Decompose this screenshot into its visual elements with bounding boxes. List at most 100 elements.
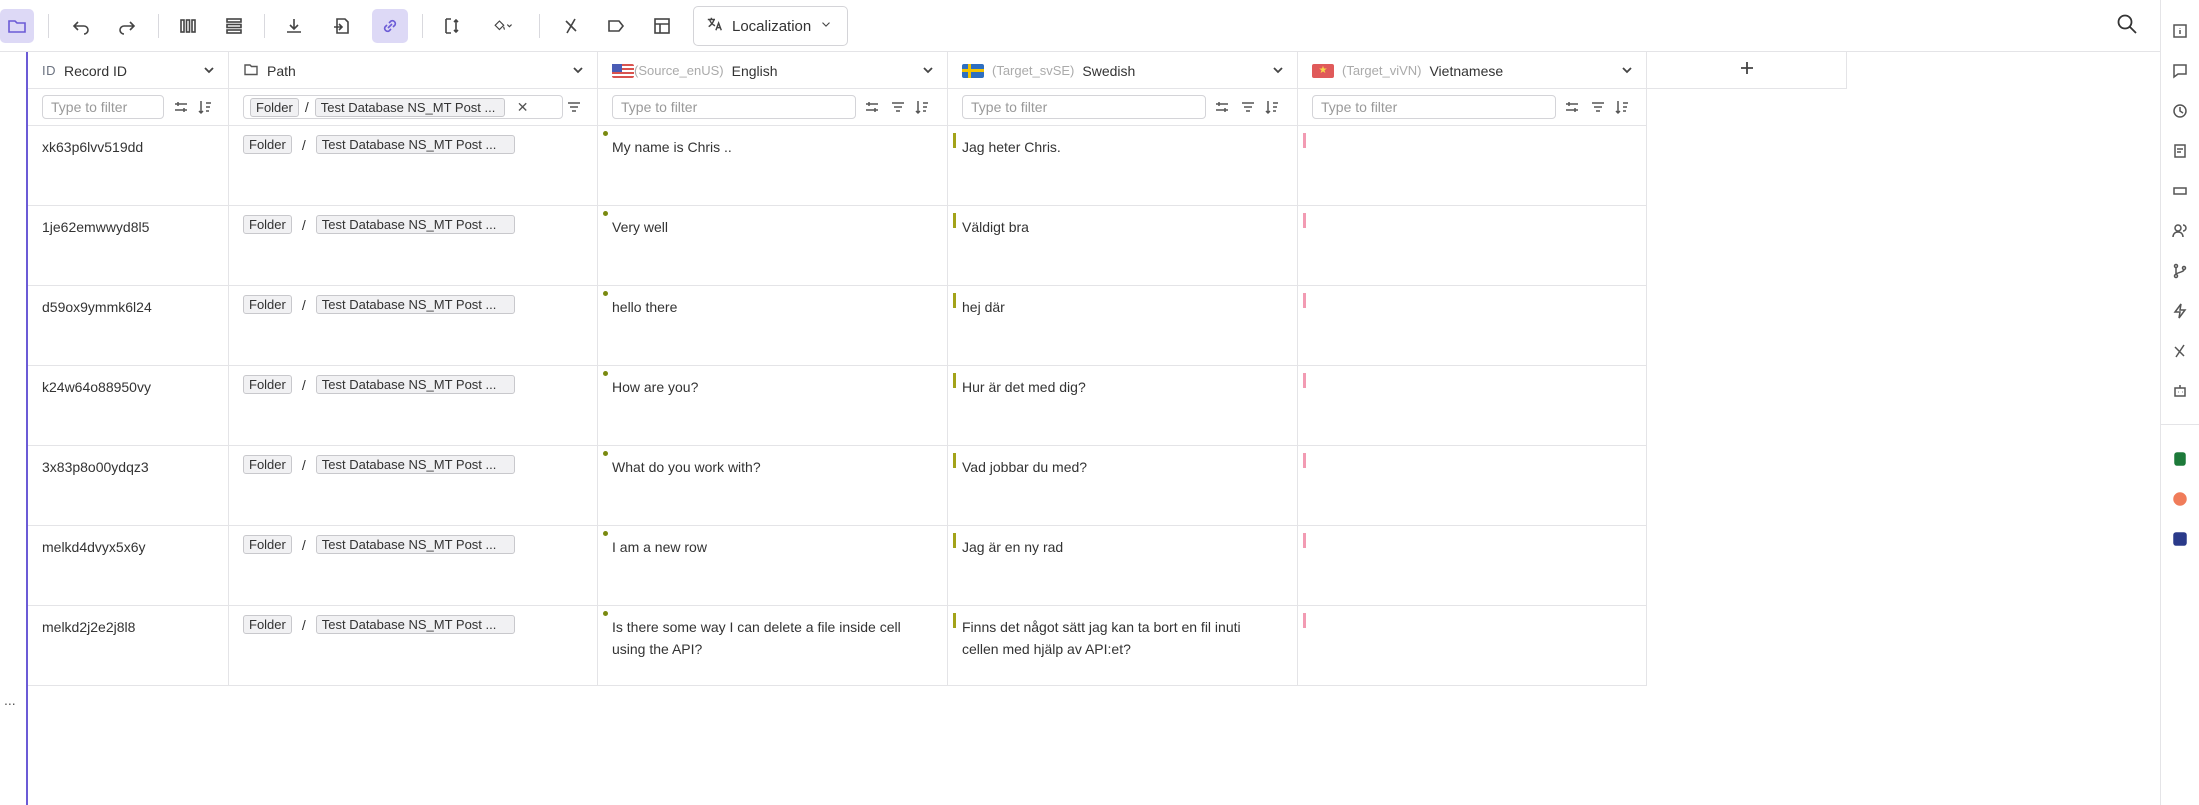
document-icon[interactable] xyxy=(2171,142,2191,162)
plugin-blue-icon[interactable] xyxy=(2171,530,2191,550)
clear-icon[interactable]: ✕ xyxy=(517,99,529,116)
path-cell[interactable]: Folder / Test Database NS_MT Post ... xyxy=(229,366,598,446)
swedish-cell[interactable]: Finns det något sätt jag kan ta bort en … xyxy=(948,606,1298,686)
filter-input[interactable]: Type to filter xyxy=(1312,95,1556,119)
record-id-cell[interactable]: d59ox9ymmk6l24 xyxy=(28,286,229,366)
undo-icon[interactable] xyxy=(63,9,99,43)
sliders-icon[interactable] xyxy=(1214,99,1230,115)
table-row[interactable]: d59ox9ymmk6l24 Folder / Test Database NS_M… xyxy=(28,286,1647,366)
info-icon[interactable] xyxy=(2171,22,2191,42)
table-row[interactable]: xk63p6lvv519dd Folder / Test Database NS_M… xyxy=(28,126,1647,206)
record-id-cell[interactable]: 1je62emwwyd8l5 xyxy=(28,206,229,286)
path-cell[interactable]: Folder / Test Database NS_MT Post ... xyxy=(229,526,598,606)
vietnamese-cell[interactable] xyxy=(1298,206,1647,286)
path-cell[interactable]: Folder / Test Database NS_MT Post ... xyxy=(229,446,598,526)
path-cell[interactable]: Folder / Test Database NS_MT Post ... xyxy=(229,286,598,366)
sort-icon[interactable] xyxy=(197,99,213,115)
paint-bucket-icon[interactable] xyxy=(480,9,526,43)
chevron-down-icon[interactable] xyxy=(921,63,935,77)
split-icon[interactable] xyxy=(434,9,470,43)
english-cell[interactable]: What do you work with? xyxy=(598,446,948,526)
english-cell[interactable]: hello there xyxy=(598,286,948,366)
sort-icon[interactable] xyxy=(1614,99,1630,115)
path-cell[interactable]: Folder / Test Database NS_MT Post ... xyxy=(229,606,598,686)
swedish-cell[interactable]: hej där xyxy=(948,286,1298,366)
chevron-down-icon[interactable] xyxy=(1620,63,1634,77)
column-header-vietnamese[interactable]: ★ (Target_viVN) Vietnamese xyxy=(1298,52,1647,89)
add-column-button[interactable] xyxy=(1647,52,1847,89)
gutter-dots[interactable]: ... xyxy=(4,692,16,708)
vietnamese-cell[interactable] xyxy=(1298,366,1647,446)
record-id-cell[interactable]: 3x83p8o00ydqz3 xyxy=(28,446,229,526)
link-icon[interactable] xyxy=(372,9,408,43)
sort-icon[interactable] xyxy=(914,99,930,115)
path-filter-input[interactable]: Folder / Test Database NS_MT Post ... ✕ xyxy=(243,95,563,119)
path-cell[interactable]: Folder / Test Database NS_MT Post ... xyxy=(229,206,598,286)
record-id-cell[interactable]: melkd2j2e2j8l8 xyxy=(28,606,229,686)
tag-icon[interactable] xyxy=(598,9,634,43)
history-icon[interactable] xyxy=(2171,102,2191,122)
english-cell[interactable]: I am a new row xyxy=(598,526,948,606)
filter-input[interactable]: Type to filter xyxy=(962,95,1206,119)
filter-input[interactable]: Type to filter xyxy=(612,95,856,119)
function-icon[interactable] xyxy=(553,9,589,43)
english-cell[interactable]: How are you? xyxy=(598,366,948,446)
import-icon[interactable] xyxy=(323,9,359,43)
api-icon[interactable] xyxy=(2171,182,2191,202)
vietnamese-cell[interactable] xyxy=(1298,606,1647,686)
table-row[interactable]: 1je62emwwyd8l5 Folder / Test Database NS_M… xyxy=(28,206,1647,286)
chevron-down-icon[interactable] xyxy=(571,63,585,77)
filter-icon[interactable] xyxy=(1240,99,1256,115)
table-icon[interactable] xyxy=(644,9,680,43)
chevron-down-icon[interactable] xyxy=(202,63,216,77)
columns-icon[interactable] xyxy=(170,9,206,43)
english-cell[interactable]: My name is Chris .. xyxy=(598,126,948,206)
column-header-record-id[interactable]: ID Record ID xyxy=(28,52,229,89)
plugin-green-icon[interactable] xyxy=(2171,450,2191,470)
rows-icon[interactable] xyxy=(216,9,252,43)
download-icon[interactable] xyxy=(276,9,312,43)
sliders-icon[interactable] xyxy=(1564,99,1580,115)
table-row[interactable]: melkd4dvyx5x6y Folder / Test Database NS_M… xyxy=(28,526,1647,606)
filter-input[interactable]: Type to filter xyxy=(42,95,164,119)
search-icon[interactable] xyxy=(2116,13,2138,40)
vietnamese-cell[interactable] xyxy=(1298,446,1647,526)
comment-icon[interactable] xyxy=(2171,62,2191,82)
swedish-cell[interactable]: Jag är en ny rad xyxy=(948,526,1298,606)
record-id-cell[interactable]: k24w64o88950vy xyxy=(28,366,229,446)
vietnamese-cell[interactable] xyxy=(1298,526,1647,606)
filter-icon[interactable] xyxy=(890,99,906,115)
chevron-down-icon[interactable] xyxy=(1271,63,1285,77)
table-row[interactable]: 3x83p8o00ydqz3 Folder / Test Database NS_M… xyxy=(28,446,1647,526)
sliders-icon[interactable] xyxy=(173,99,189,115)
column-header-english[interactable]: (Source_enUS) English xyxy=(598,52,948,89)
swedish-cell[interactable]: Hur är det med dig? xyxy=(948,366,1298,446)
plugin-orange-icon[interactable] xyxy=(2171,490,2191,510)
sort-icon[interactable] xyxy=(1264,99,1280,115)
swedish-cell[interactable]: Jag heter Chris. xyxy=(948,126,1298,206)
english-cell[interactable]: Is there some way I can delete a file in… xyxy=(598,606,948,686)
function-rail-icon[interactable] xyxy=(2171,342,2191,362)
record-id-cell[interactable]: xk63p6lvv519dd xyxy=(28,126,229,206)
column-header-swedish[interactable]: (Target_svSE) Swedish xyxy=(948,52,1298,89)
vietnamese-cell[interactable] xyxy=(1298,126,1647,206)
sliders-icon[interactable] xyxy=(864,99,880,115)
localization-button[interactable]: Localization xyxy=(693,6,848,46)
record-id-cell[interactable]: melkd4dvyx5x6y xyxy=(28,526,229,606)
lightning-icon[interactable] xyxy=(2171,302,2191,322)
filter-icon[interactable] xyxy=(566,99,582,115)
vietnamese-cell[interactable] xyxy=(1298,286,1647,366)
redo-icon[interactable] xyxy=(109,9,145,43)
filter-icon[interactable] xyxy=(1590,99,1606,115)
branch-icon[interactable] xyxy=(2171,262,2191,282)
path-cell[interactable]: Folder / Test Database NS_MT Post ... xyxy=(229,126,598,206)
folder-icon[interactable] xyxy=(0,9,34,43)
users-icon[interactable] xyxy=(2171,222,2191,242)
column-header-path[interactable]: Path xyxy=(229,52,598,89)
english-cell[interactable]: Very well xyxy=(598,206,948,286)
swedish-cell[interactable]: Väldigt bra xyxy=(948,206,1298,286)
table-row[interactable]: k24w64o88950vy Folder / Test Database NS_M… xyxy=(28,366,1647,446)
robot-icon[interactable] xyxy=(2171,382,2191,402)
table-row[interactable]: melkd2j2e2j8l8 Folder / Test Database NS_M… xyxy=(28,606,1647,686)
swedish-cell[interactable]: Vad jobbar du med? xyxy=(948,446,1298,526)
